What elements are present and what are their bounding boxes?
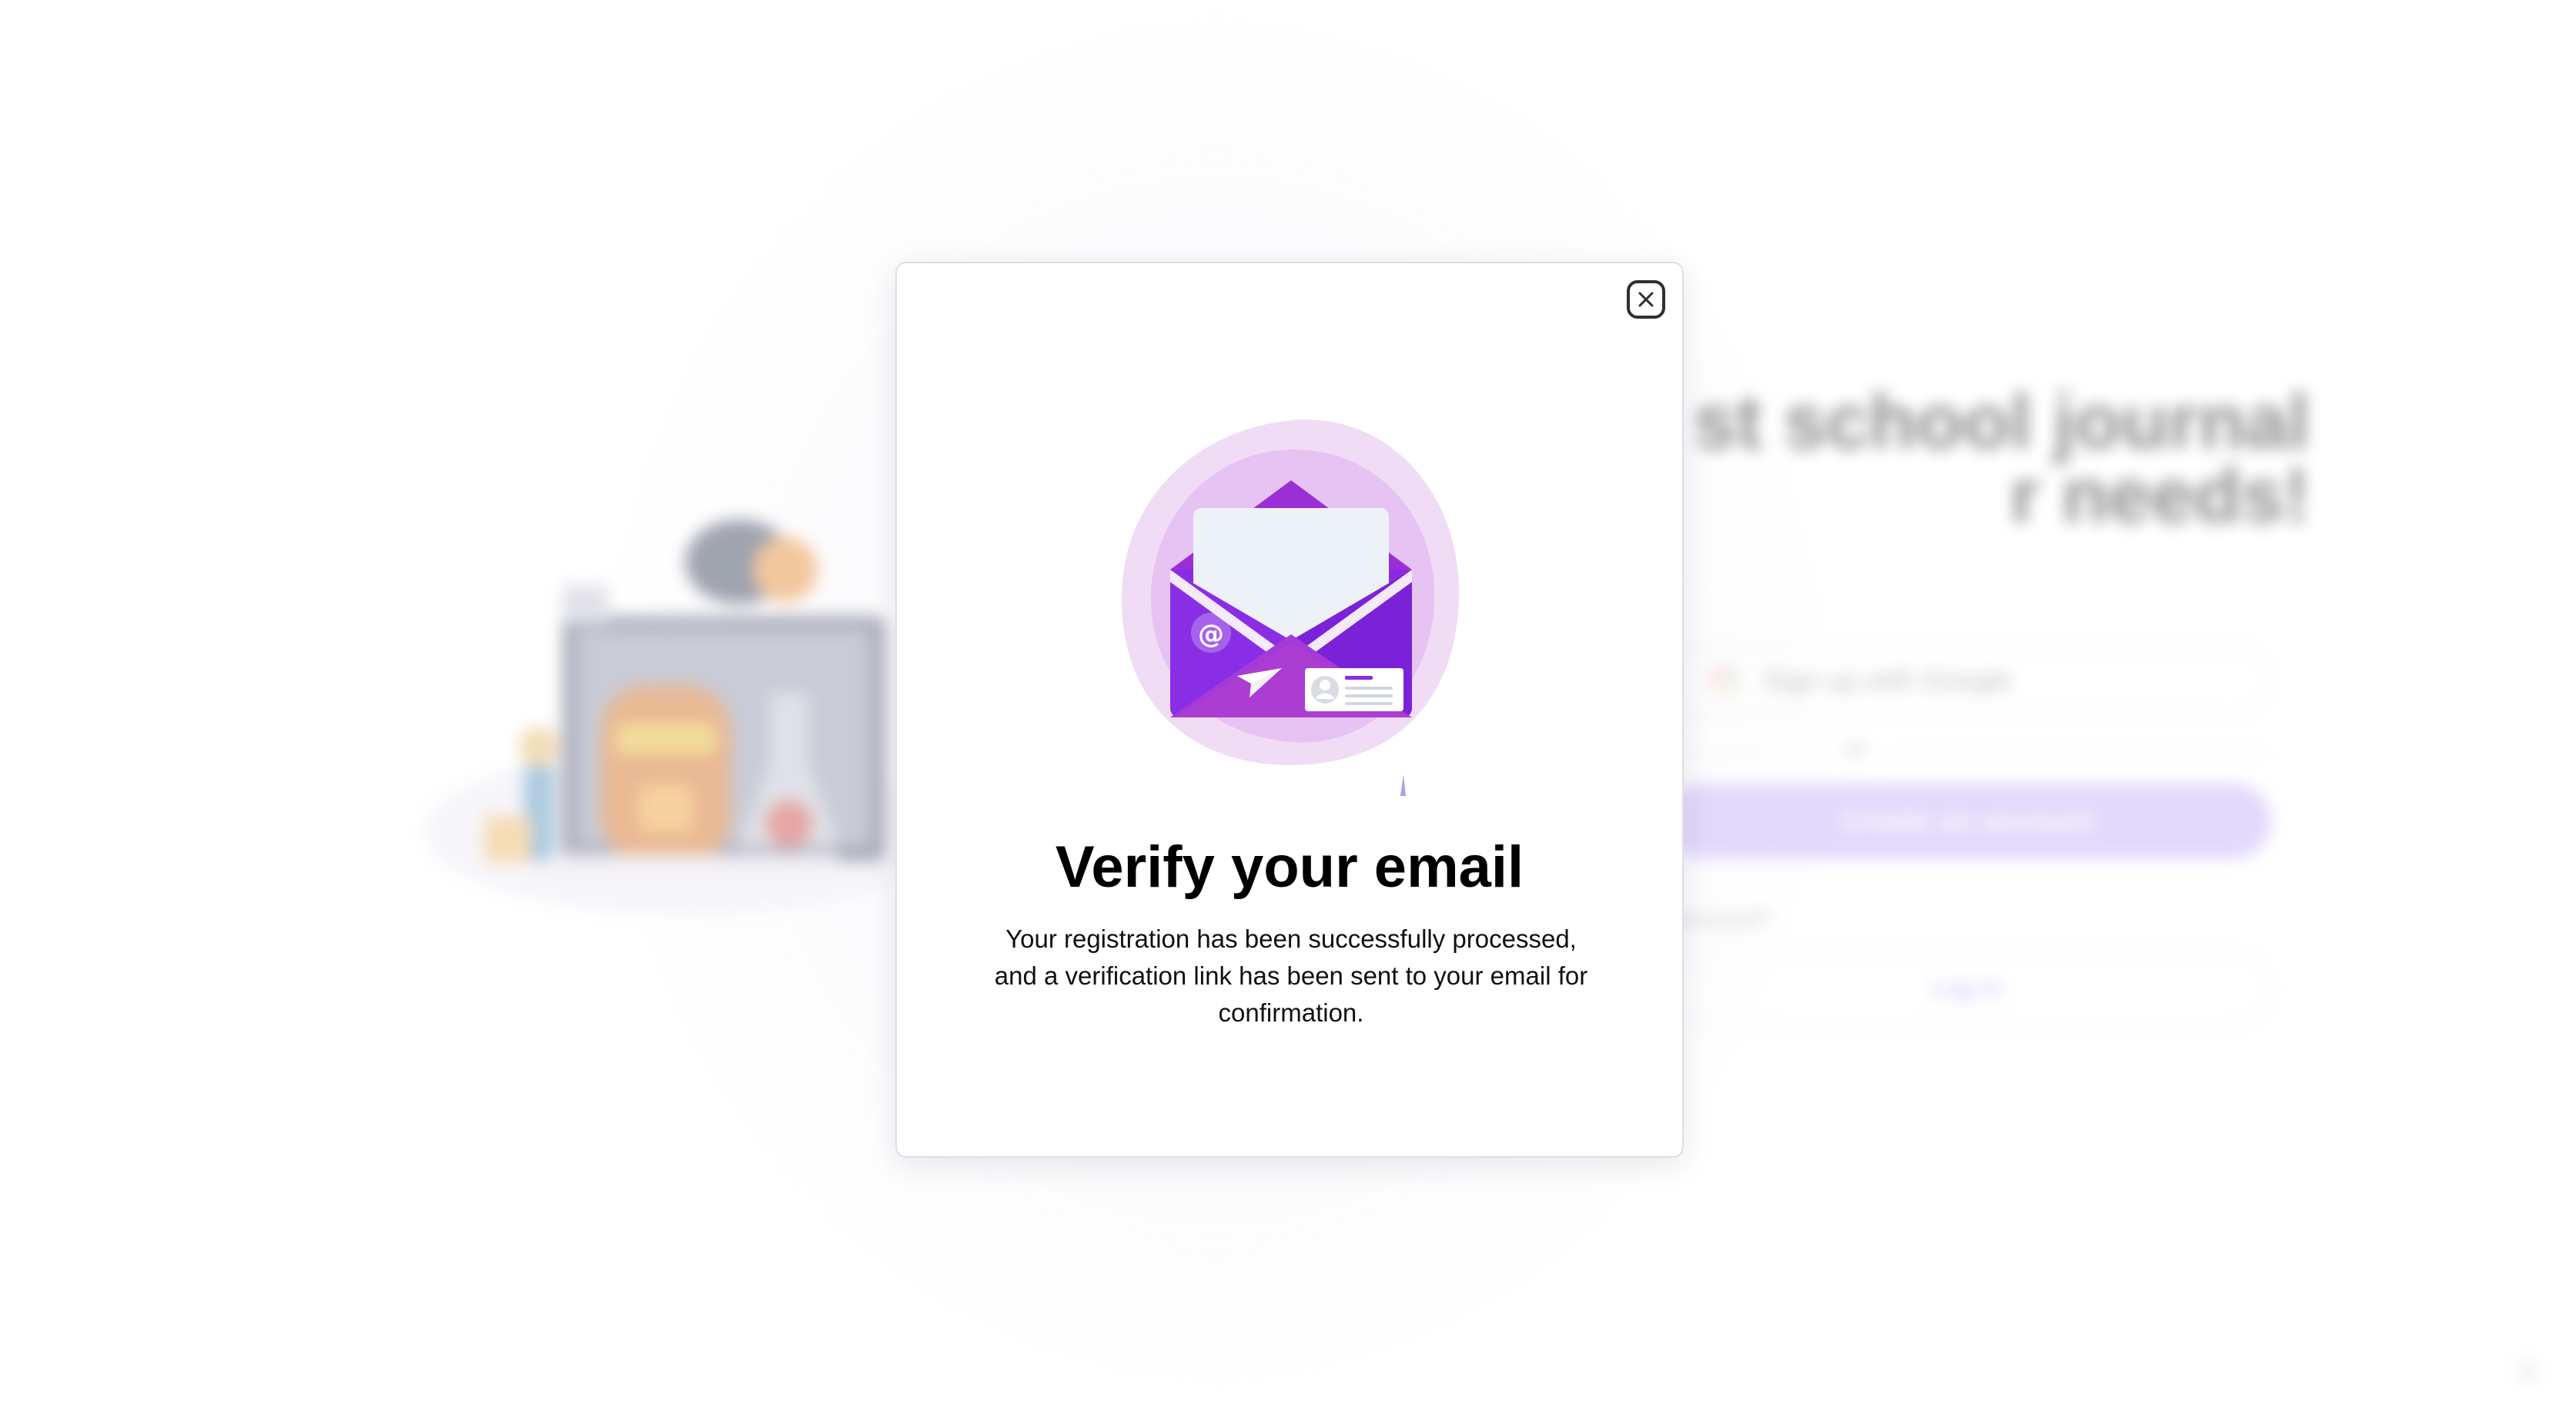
modal-message: Your registration has been successfully …	[994, 924, 1588, 1027]
corner-widget-icon	[2517, 1361, 2538, 1381]
login-button: Log in	[1663, 951, 2271, 1025]
google-icon	[1711, 667, 1738, 694]
google-signup-label: Sign up with Google	[1764, 664, 2012, 696]
svg-text:@: @	[1198, 619, 1224, 650]
envelope-icon: @	[1121, 420, 1460, 796]
close-icon	[1638, 292, 1654, 307]
verify-email-modal: @ Verify your email Your registration ha…	[895, 262, 1684, 1158]
divider-label: or	[1832, 736, 1878, 762]
modal-title: Verify your email	[1055, 834, 1524, 900]
divider-line	[1663, 751, 2271, 754]
page: st school journal r needs! Sign up with …	[0, 0, 2576, 1421]
google-signup-button: Sign up with Google	[1663, 645, 2271, 716]
school-illustration	[423, 520, 947, 916]
create-account-button: Create an account	[1663, 784, 2271, 859]
close-button[interactable]	[1627, 280, 1665, 319]
